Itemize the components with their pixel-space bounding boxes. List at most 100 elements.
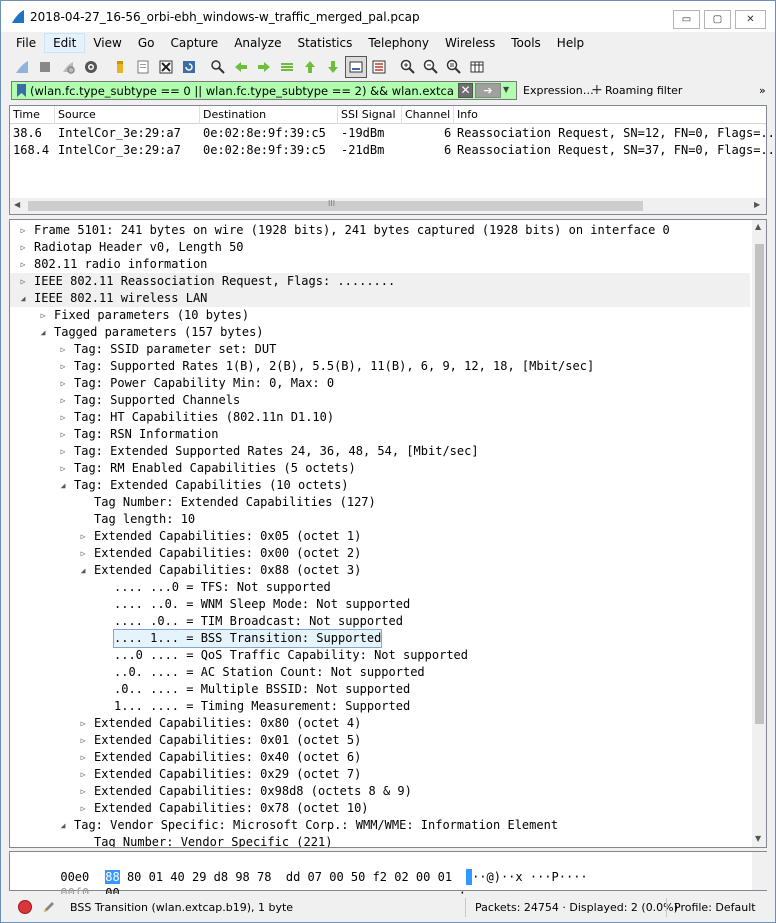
expand-arrow-icon[interactable]: ▷ <box>78 715 88 732</box>
menu-edit[interactable]: Edit <box>44 33 86 53</box>
tree-row[interactable]: .... ..0. = WNM Sleep Mode: Not supporte… <box>10 596 750 613</box>
tree-row[interactable]: ..0. .... = AC Station Count: Not suppor… <box>10 664 750 681</box>
tree-row[interactable]: .0.. .... = Multiple BSSID: Not supporte… <box>10 681 750 698</box>
expand-arrow-icon[interactable]: ▷ <box>58 426 68 443</box>
find-icon[interactable] <box>207 56 229 78</box>
first-packet-icon[interactable] <box>299 56 321 78</box>
tree-row-selected[interactable]: .... 1... = BSS Transition: Supported <box>10 629 750 648</box>
expert-info-led-icon[interactable] <box>18 900 32 914</box>
tree-row[interactable]: ▷ Extended Capabilities: 0x40 (octet 6) <box>10 749 750 766</box>
collapse-arrow-icon[interactable]: ◢ <box>18 290 28 307</box>
stop-icon[interactable] <box>34 56 56 78</box>
bookmark-icon[interactable] <box>12 82 30 99</box>
menu-wireless[interactable]: Wireless <box>437 33 503 53</box>
menu-capture[interactable]: Capture <box>162 33 226 53</box>
roaming-filter-button[interactable]: Roaming filter <box>605 84 682 97</box>
packet-row[interactable]: 168.4 IntelCor_3e:29:a7 0e:02:8e:9f:39:c… <box>10 142 776 159</box>
column-info[interactable]: Info <box>457 108 478 121</box>
scroll-down-icon[interactable]: ▼ <box>755 834 761 843</box>
autoscroll-icon[interactable] <box>345 56 367 78</box>
collapse-arrow-icon[interactable]: ◢ <box>58 477 68 494</box>
options-gear-icon[interactable] <box>80 56 102 78</box>
tree-row[interactable]: 1... .... = Timing Measurement: Supporte… <box>10 698 750 715</box>
expand-arrow-icon[interactable]: ▷ <box>78 783 88 800</box>
tree-row[interactable]: ▷ Extended Capabilities: 0x98d8 (octets 8… <box>10 783 750 800</box>
expand-arrow-icon[interactable]: ▷ <box>78 800 88 817</box>
tree-row[interactable]: ▷ Tag: SSID parameter set: DUT <box>10 341 750 358</box>
colorize-icon[interactable] <box>368 56 390 78</box>
display-filter-input[interactable]: (wlan.fc.type_subtype == 0 || wlan.fc.ty… <box>11 81 517 100</box>
tree-row[interactable]: ▷ Tag: Extended Supported Rates 24, 36, 4… <box>10 443 750 460</box>
tree-row[interactable]: ...0 .... = QoS Traffic Capability: Not … <box>10 647 750 664</box>
tree-row[interactable]: ▷ Frame 5101: 241 bytes on wire (1928 bit… <box>10 222 750 239</box>
tree-row[interactable]: ▷ Tag: Supported Rates 1(B), 2(B), 5.5(B)… <box>10 358 750 375</box>
resize-columns-icon[interactable] <box>466 56 488 78</box>
column-time[interactable]: Time <box>13 108 40 121</box>
menu-tools[interactable]: Tools <box>503 33 549 53</box>
zoom-in-icon[interactable] <box>397 56 419 78</box>
tree-row[interactable]: ▷ Fixed parameters (10 bytes) <box>10 307 750 324</box>
minimize-button[interactable]: ▭ <box>673 10 700 29</box>
tree-row[interactable]: ▷ Tag: RSN Information <box>10 426 750 443</box>
apply-filter-icon[interactable]: ➔ <box>475 83 501 98</box>
menu-telephony[interactable]: Telephony <box>360 33 437 53</box>
filter-history-dropdown-icon[interactable]: ▼ <box>503 85 509 94</box>
close-file-icon[interactable] <box>155 56 177 78</box>
expand-arrow-icon[interactable]: ▷ <box>78 766 88 783</box>
tree-row[interactable]: ▷ Extended Capabilities: 0x80 (octet 4) <box>10 715 750 732</box>
shark-fin-start-icon[interactable] <box>11 56 33 78</box>
expand-arrow-icon[interactable]: ▷ <box>58 409 68 426</box>
expand-arrow-icon[interactable]: ▷ <box>18 273 28 290</box>
tree-row[interactable]: ▷ Extended Capabilities: 0x00 (octet 2) <box>10 545 750 562</box>
tree-row[interactable]: ◢ Extended Capabilities: 0x88 (octet 3) <box>10 562 750 579</box>
expand-arrow-icon[interactable]: ▷ <box>78 749 88 766</box>
tree-row[interactable]: ▷ Tag: Supported Channels <box>10 392 750 409</box>
scroll-right-icon[interactable]: ▶ <box>754 200 760 209</box>
vertical-scrollbar[interactable]: ▲ ▼ <box>752 220 766 847</box>
zoom-out-icon[interactable] <box>420 56 442 78</box>
go-to-packet-icon[interactable] <box>276 56 298 78</box>
tree-row[interactable]: ◢ IEEE 802.11 wireless LAN <box>10 290 750 307</box>
expand-arrow-icon[interactable]: ▷ <box>58 460 68 477</box>
restart-icon[interactable] <box>57 56 79 78</box>
tree-row[interactable]: .... ...0 = TFS: Not supported <box>10 579 750 596</box>
close-button[interactable]: ✕ <box>735 10 766 29</box>
plus-icon[interactable]: + <box>591 82 603 98</box>
filter-text[interactable]: (wlan.fc.type_subtype == 0 || wlan.fc.ty… <box>30 84 453 98</box>
hex-scrollbar[interactable] <box>752 852 767 890</box>
column-ssi-signal[interactable]: SSI Signal <box>341 108 396 121</box>
collapse-arrow-icon[interactable]: ◢ <box>38 324 48 341</box>
scroll-up-icon[interactable]: ▲ <box>755 222 761 231</box>
menu-help[interactable]: Help <box>549 33 592 53</box>
expand-arrow-icon[interactable]: ▷ <box>38 307 48 324</box>
expand-arrow-icon[interactable]: ▷ <box>78 732 88 749</box>
expand-arrow-icon[interactable]: ▷ <box>58 341 68 358</box>
column-channel[interactable]: Channel <box>405 108 450 121</box>
menu-statistics[interactable]: Statistics <box>289 33 360 53</box>
tree-row[interactable]: ▷ Extended Capabilities: 0x01 (octet 5) <box>10 732 750 749</box>
file-icon[interactable] <box>132 56 154 78</box>
expand-arrow-icon[interactable]: ▷ <box>58 443 68 460</box>
expand-arrow-icon[interactable]: ▷ <box>78 528 88 545</box>
edit-comment-icon[interactable] <box>41 899 57 915</box>
tree-row[interactable]: ◢ Tag: Extended Capabilities (10 octets) <box>10 477 750 494</box>
tree-row[interactable]: Tag Number: Vendor Specific (221) <box>10 834 750 847</box>
menu-view[interactable]: View <box>85 33 129 53</box>
back-icon[interactable] <box>230 56 252 78</box>
profile-status[interactable]: Profile: Default <box>674 901 756 914</box>
tree-row[interactable]: ◢ Tagged parameters (157 bytes) <box>10 324 750 341</box>
expand-arrow-icon[interactable]: ▷ <box>58 375 68 392</box>
column-destination[interactable]: Destination <box>203 108 266 121</box>
more-chevron-icon[interactable]: » <box>759 84 766 97</box>
tree-row[interactable]: ◢ Tag: Vendor Specific: Microsoft Corp.: … <box>10 817 750 834</box>
collapse-arrow-icon[interactable]: ◢ <box>58 817 68 834</box>
expand-arrow-icon[interactable]: ▷ <box>18 222 28 239</box>
scroll-left-icon[interactable]: ◀ <box>14 200 20 209</box>
menu-go[interactable]: Go <box>130 33 163 53</box>
tree-row[interactable]: .... .0.. = TIM Broadcast: Not supported <box>10 613 750 630</box>
hex-ascii[interactable]: ··@)··x ···P···· <box>472 870 588 884</box>
menu-analyze[interactable]: Analyze <box>226 33 289 53</box>
expand-arrow-icon[interactable]: ▷ <box>78 545 88 562</box>
clear-filter-icon[interactable]: ✕ <box>458 83 473 98</box>
tree-row[interactable]: ▷ Tag: Power Capability Min: 0, Max: 0 <box>10 375 750 392</box>
